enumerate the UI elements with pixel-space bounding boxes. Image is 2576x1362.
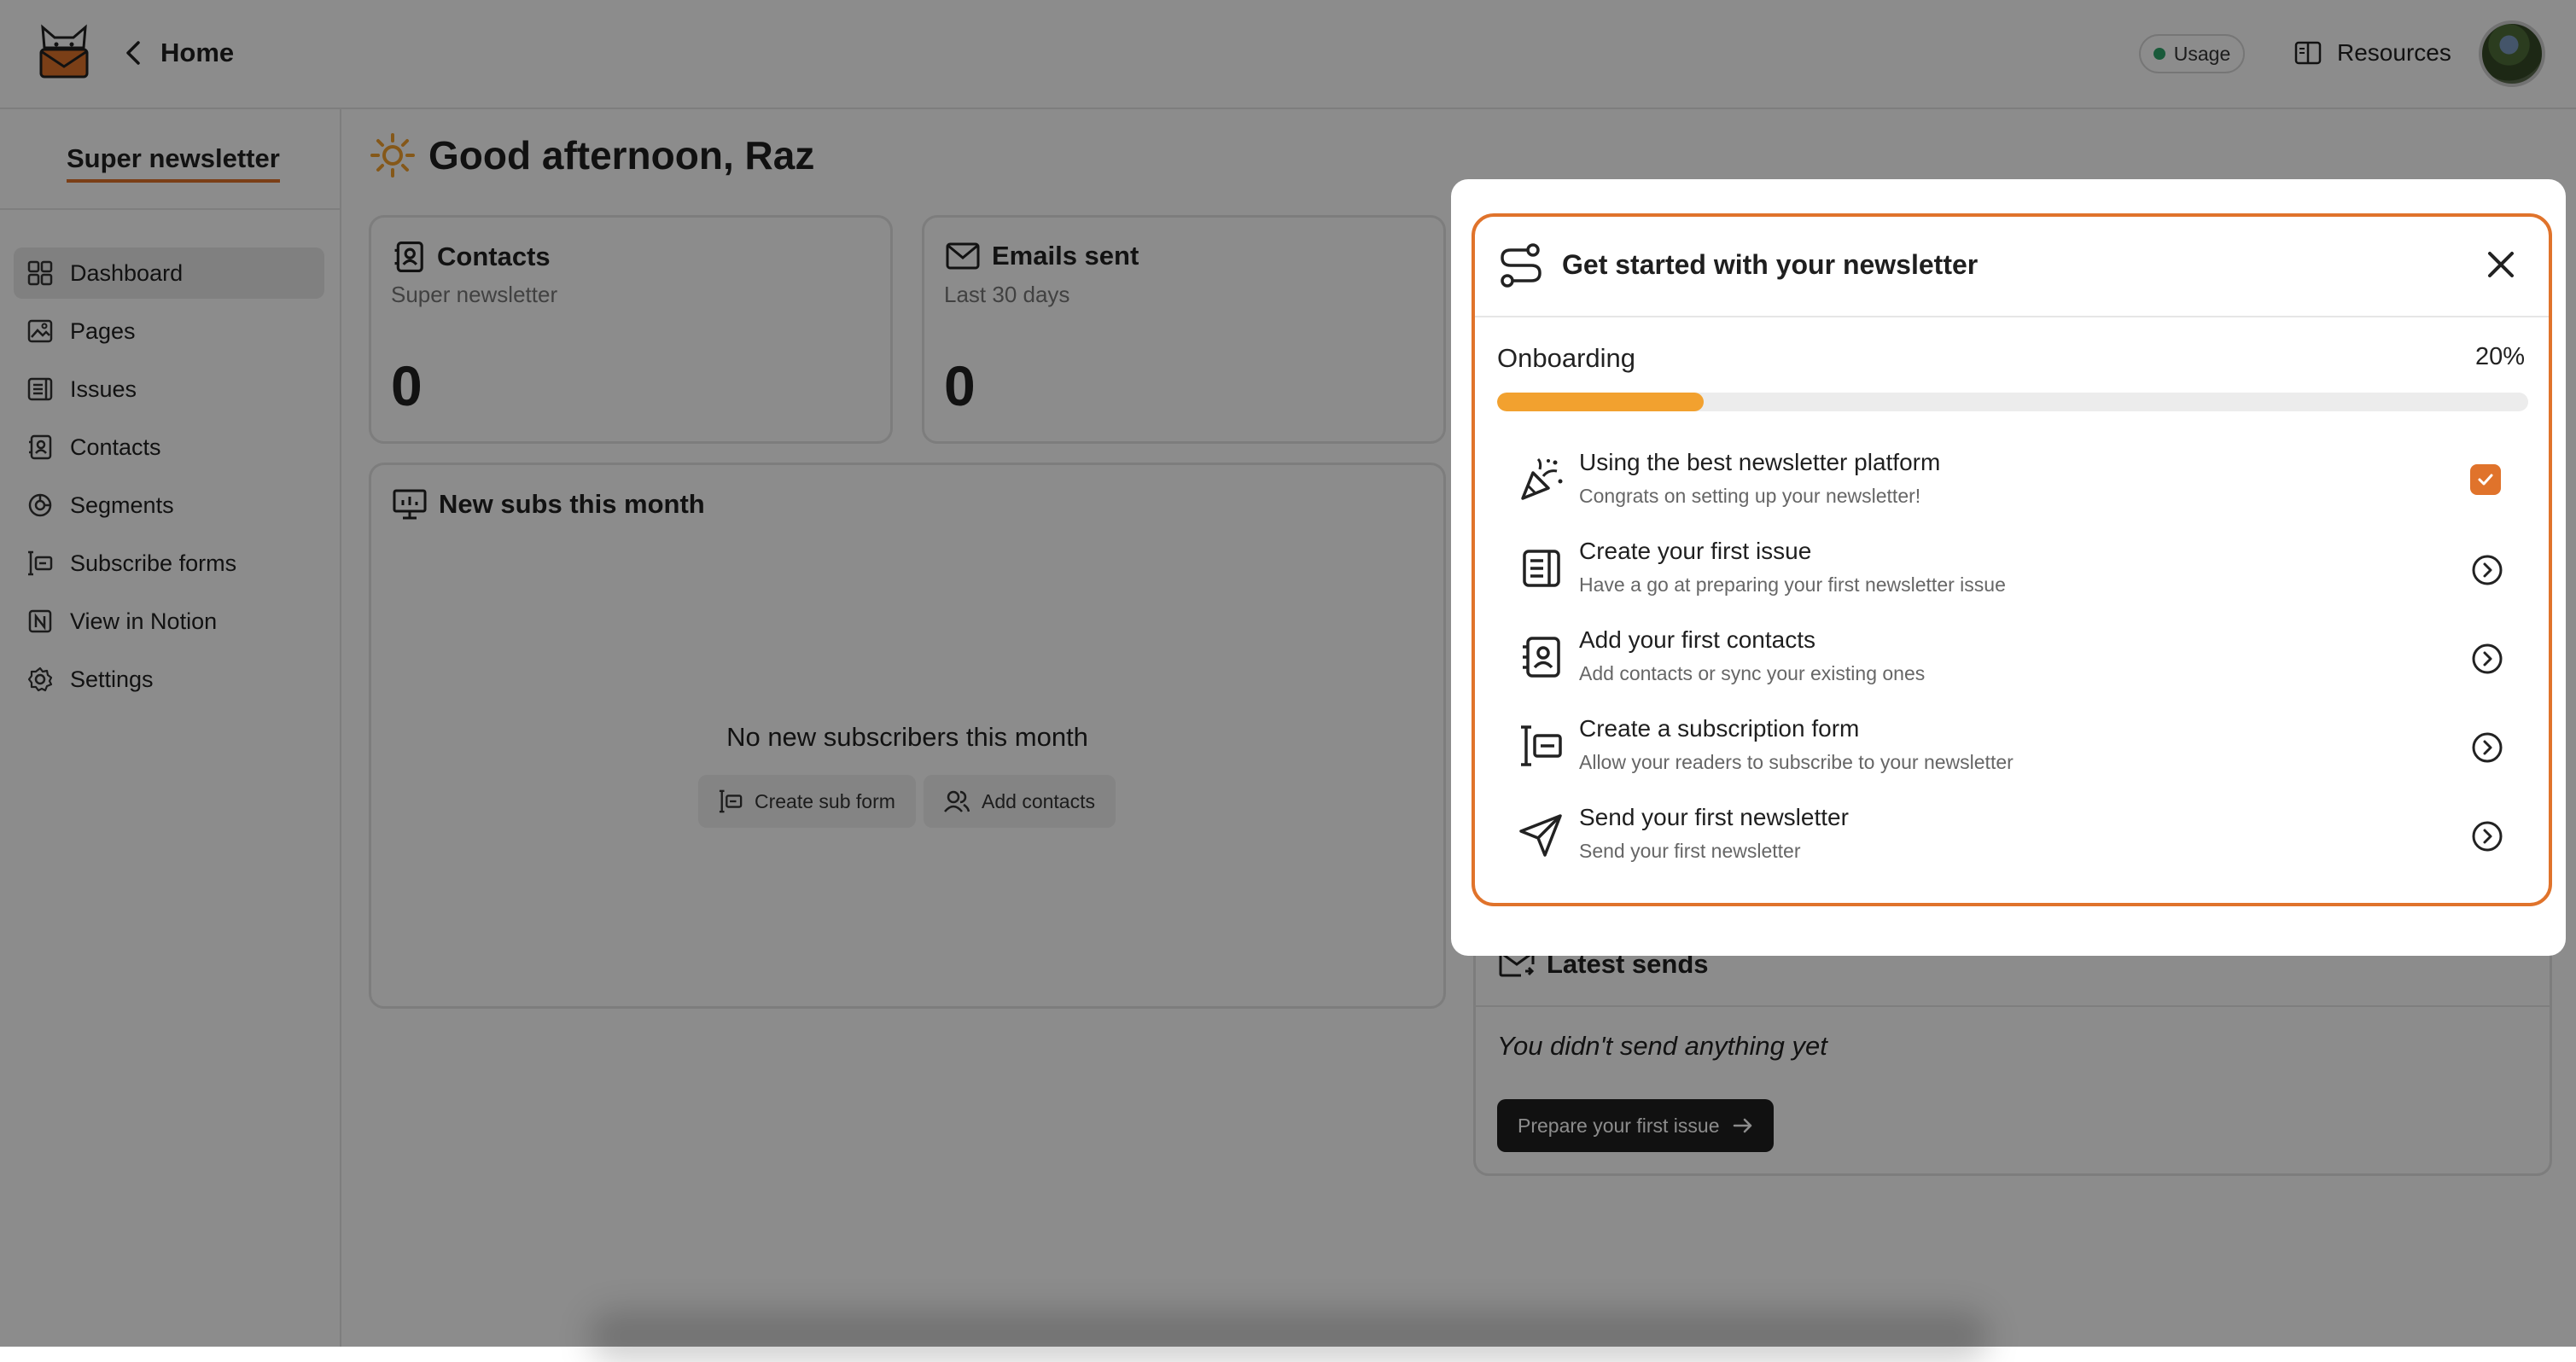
onboarding-step[interactable]: Create a subscription form Allow your re… (1518, 710, 2516, 792)
step-description: Congrats on setting up your newsletter! (1579, 485, 1921, 507)
progress-percent: 20% (2475, 343, 2526, 370)
chevron-right-circle-icon[interactable] (2470, 553, 2504, 587)
step-title: Send your first newsletter (1579, 804, 1849, 830)
step-checkbox[interactable] (2470, 464, 2504, 498)
send-icon (1518, 811, 1565, 859)
step-title: Using the best newsletter platform (1579, 449, 1941, 475)
chevron-right-circle-icon[interactable] (2470, 730, 2504, 765)
step-description: Allow your readers to subscribe to your … (1579, 751, 2014, 773)
modal-title: Get started with your newsletter (1562, 249, 1979, 280)
onboarding-step[interactable]: Create your first issue Have a go at pre… (1518, 533, 2516, 614)
step-title: Add your first contacts (1579, 626, 1816, 653)
step-description: Have a go at preparing your first newsle… (1579, 573, 2006, 596)
onboarding-step[interactable]: Using the best newsletter platform Congr… (1518, 444, 2516, 526)
progress-label: Onboarding (1497, 343, 1636, 373)
bottom-shadow (589, 1311, 1989, 1362)
progress-fill (1497, 393, 1704, 411)
party-popper-icon (1518, 456, 1565, 503)
contacts-book-icon (1518, 633, 1565, 681)
form-icon (1518, 722, 1565, 770)
onboarding-progress-bar (1497, 393, 2528, 411)
onboarding-step[interactable]: Add your first contacts Add contacts or … (1518, 621, 2516, 703)
close-icon[interactable] (2486, 249, 2516, 280)
step-title: Create a subscription form (1579, 715, 1860, 742)
step-title: Create your first issue (1579, 538, 1812, 564)
step-description: Send your first newsletter (1579, 840, 1801, 862)
issue-icon (1518, 544, 1565, 592)
chevron-right-circle-icon[interactable] (2470, 642, 2504, 676)
checkmark-icon (2470, 464, 2501, 495)
route-icon (1499, 242, 1543, 288)
step-description: Add contacts or sync your existing ones (1579, 662, 1926, 684)
chevron-right-circle-icon[interactable] (2470, 819, 2504, 853)
onboarding-step[interactable]: Send your first newsletter Send your fir… (1518, 799, 2516, 881)
